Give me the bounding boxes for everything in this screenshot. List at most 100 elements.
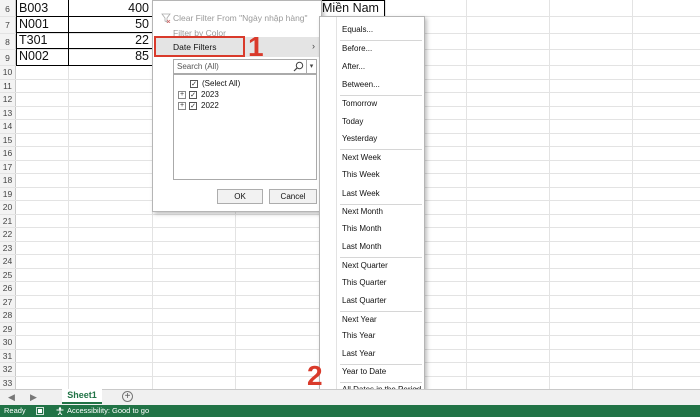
checkbox-checked-icon[interactable]: ✓ [190, 80, 198, 88]
menu-separator [340, 95, 422, 96]
row-number[interactable]: 32 [0, 364, 15, 374]
menu-item-last-month[interactable]: Last Month [342, 242, 382, 251]
tree-item-label: 2023 [201, 90, 219, 99]
value-tree[interactable]: ✓ (Select All) + ✓ 2023 + ✓ 2022 [173, 74, 317, 180]
row-number[interactable]: 28 [0, 310, 15, 320]
menu-separator [340, 204, 422, 205]
menu-item-next-year[interactable]: Next Year [342, 315, 377, 324]
row-number[interactable]: 24 [0, 256, 15, 266]
menu-item-year-to-date[interactable]: Year to Date [342, 367, 386, 376]
menu-item-this-year[interactable]: This Year [342, 331, 375, 340]
row-number[interactable]: 31 [0, 351, 15, 361]
chevron-right-icon: › [312, 41, 315, 51]
grid-line [549, 0, 550, 389]
add-sheet-button[interactable]: + [122, 391, 133, 402]
ok-button[interactable]: OK [217, 189, 263, 204]
row-number[interactable]: 12 [0, 94, 15, 104]
menu-item-next-week[interactable]: Next Week [342, 153, 381, 162]
menu-item-equals[interactable]: Equals... [342, 25, 373, 34]
menu-item-next-month[interactable]: Next Month [342, 207, 383, 216]
menu-separator [340, 149, 422, 150]
row-number[interactable]: 26 [0, 283, 15, 293]
tree-item-label: 2022 [201, 101, 219, 110]
cell-value-2[interactable]: 22 [68, 32, 152, 49]
accessibility-icon[interactable] [56, 407, 64, 415]
row-number[interactable]: 11 [0, 81, 15, 91]
row-number[interactable]: 18 [0, 175, 15, 185]
search-icon [293, 61, 304, 72]
menu-item-next-quarter[interactable]: Next Quarter [342, 261, 388, 270]
menu-item-before[interactable]: Before... [342, 44, 372, 53]
expand-icon[interactable]: + [178, 102, 186, 110]
grid-line [632, 0, 633, 389]
row-number[interactable]: 6 [0, 4, 15, 14]
menu-item-tomorrow[interactable]: Tomorrow [342, 99, 377, 108]
cell-code-1[interactable]: N001 [16, 16, 68, 33]
search-box[interactable]: ▾ [173, 59, 317, 74]
menu-separator [340, 311, 422, 312]
table-border [16, 48, 152, 49]
menu-item-this-week[interactable]: This Week [342, 170, 380, 179]
cell-code-3[interactable]: N002 [16, 48, 68, 65]
row-number[interactable]: 9 [0, 53, 15, 63]
row-number[interactable]: 7 [0, 20, 15, 30]
step-number-1: 1 [248, 31, 264, 62]
table-border [16, 16, 152, 17]
clear-filter-icon [161, 13, 171, 23]
chevron-down-icon[interactable]: ▾ [306, 60, 316, 73]
chevron-left-icon[interactable]: ◀ [8, 392, 15, 403]
expand-icon[interactable]: + [178, 91, 186, 99]
row-number[interactable]: 29 [0, 324, 15, 334]
date-filters-submenu: Equals... Before... After... Between... Tomo… [319, 16, 425, 417]
menu-item-last-week[interactable]: Last Week [342, 189, 380, 198]
cell-value-3[interactable]: 85 [68, 48, 152, 65]
chevron-right-icon[interactable]: ▶ [30, 392, 37, 403]
row-number[interactable]: 16 [0, 148, 15, 158]
row-number[interactable]: 22 [0, 229, 15, 239]
menu-item-last-quarter[interactable]: Last Quarter [342, 296, 386, 305]
checkbox-checked-icon[interactable]: ✓ [189, 91, 197, 99]
row-number[interactable]: 14 [0, 121, 15, 131]
cell-code-0[interactable]: B003 [16, 0, 68, 17]
status-bar: Ready Accessibility: Good to go [0, 405, 700, 417]
menu-item-this-month[interactable]: This Month [342, 224, 382, 233]
menu-item-this-quarter[interactable]: This Quarter [342, 278, 386, 287]
accessibility-status[interactable]: Accessibility: Good to go [67, 406, 149, 415]
menu-item-after[interactable]: After... [342, 62, 365, 71]
menu-item-yesterday[interactable]: Yesterday [342, 134, 377, 143]
cancel-button[interactable]: Cancel [269, 189, 317, 204]
row-number[interactable]: 15 [0, 135, 15, 145]
menu-item-last-year[interactable]: Last Year [342, 349, 375, 358]
row-number[interactable]: 20 [0, 202, 15, 212]
row-number[interactable]: 13 [0, 108, 15, 118]
macro-record-icon[interactable] [36, 407, 44, 415]
menu-item-between[interactable]: Between... [342, 80, 380, 89]
cell-value-0[interactable]: 400 [68, 0, 152, 17]
tab-sheet1[interactable]: Sheet1 [62, 389, 102, 404]
table-border [16, 65, 152, 66]
sheet-tab-bar: ◀ ▶ Sheet1 + [0, 389, 700, 405]
grid-line [466, 0, 467, 389]
row-number[interactable]: 23 [0, 243, 15, 253]
menu-separator [340, 257, 422, 258]
highlight-date-filters [154, 36, 245, 57]
row-number[interactable]: 27 [0, 297, 15, 307]
search-input[interactable] [174, 60, 292, 73]
cell-code-2[interactable]: T301 [16, 32, 68, 49]
menu-separator [340, 364, 422, 365]
row-number[interactable]: 19 [0, 189, 15, 199]
row-number[interactable]: 33 [0, 378, 15, 388]
row-number[interactable]: 25 [0, 270, 15, 280]
cell-region[interactable]: Miền Nam [319, 0, 385, 17]
row-number[interactable]: 21 [0, 216, 15, 226]
tree-item-label: (Select All) [202, 79, 241, 88]
row-number[interactable]: 17 [0, 162, 15, 172]
row-number[interactable]: 10 [0, 67, 15, 77]
menu-item-today[interactable]: Today [342, 117, 363, 126]
row-number[interactable]: 8 [0, 37, 15, 47]
clear-filter-item[interactable]: Clear Filter From "Ngày nhập hàng" [173, 13, 308, 23]
table-border [16, 0, 17, 66]
cell-value-1[interactable]: 50 [68, 16, 152, 33]
checkbox-checked-icon[interactable]: ✓ [189, 102, 197, 110]
row-number[interactable]: 30 [0, 337, 15, 347]
